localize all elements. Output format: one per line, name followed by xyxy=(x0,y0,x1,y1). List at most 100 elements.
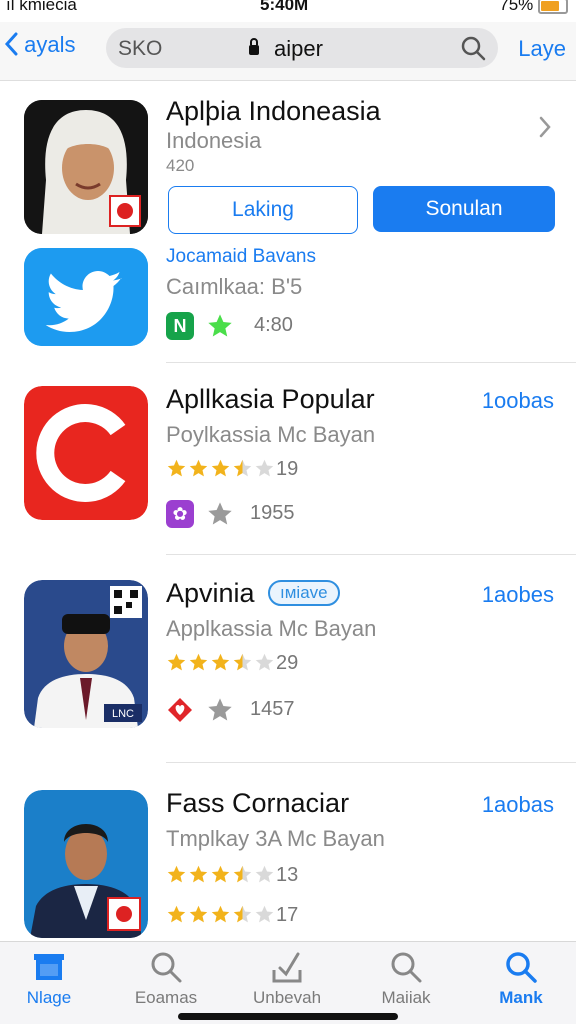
chevron-left-icon xyxy=(4,32,18,56)
star-icon xyxy=(208,502,232,525)
search-icon[interactable] xyxy=(460,35,486,61)
star-icon xyxy=(189,653,208,671)
secondary-action-button[interactable]: Laking xyxy=(168,186,358,234)
star-icon xyxy=(233,865,252,883)
divider xyxy=(166,362,576,363)
category-icon: N xyxy=(166,312,194,340)
star-icon xyxy=(255,865,274,883)
tab-home[interactable]: Nlage xyxy=(0,950,104,1008)
app-subtitle: Applkassia Mc Bayan xyxy=(166,616,377,641)
lock-icon xyxy=(249,38,259,55)
nav-right-button[interactable]: Laye xyxy=(518,36,566,62)
star-icon xyxy=(211,905,230,923)
star-icon xyxy=(167,905,186,923)
carrier-label: ıl kmiecia xyxy=(6,0,77,14)
app-title: Apvinia xyxy=(166,578,255,608)
rating-count: 19 xyxy=(276,458,299,480)
tab-updates[interactable]: Unbevah xyxy=(232,950,342,1008)
star-icon xyxy=(167,865,186,883)
back-button[interactable]: ayals xyxy=(4,32,75,58)
star-icon xyxy=(255,459,274,477)
tab-bar: Nlage Eoamas Unbevah Maiiak Mank xyxy=(0,941,576,1024)
star-rating xyxy=(166,458,276,484)
featured-meta: 420 xyxy=(166,156,195,175)
star-rating xyxy=(166,864,276,890)
category-icon: ✿ xyxy=(166,500,194,528)
star-icon xyxy=(211,865,230,883)
app-subtitle-bird: Caımlkaa: B'5 xyxy=(166,274,303,299)
tab-label: Maiiak xyxy=(381,988,431,1007)
tab-market[interactable]: Maiiak xyxy=(351,950,461,1008)
battery-icon xyxy=(538,0,568,14)
search-icon xyxy=(391,952,422,983)
get-button[interactable]: 1aobes xyxy=(482,582,554,608)
app-icon-man-portrait: LNC xyxy=(24,580,148,728)
star-icon xyxy=(189,865,208,883)
tab-search[interactable]: Mank xyxy=(466,950,576,1008)
star-icon xyxy=(211,653,230,671)
app-icon-bird xyxy=(24,248,148,346)
star-rating xyxy=(166,652,276,678)
tab-label: Unbevah xyxy=(252,988,322,1007)
tab-label: Mank xyxy=(499,988,543,1007)
app-row-popular[interactable]: Apllkasia Popular 1oobas Poylkassia Mc B… xyxy=(0,380,576,550)
primary-action-button[interactable]: Sonulan xyxy=(373,186,555,232)
app-subtitle: Poylkassia Mc Bayan xyxy=(166,422,376,447)
app-subtitle: Tmplkay 3A Mc Bayan xyxy=(166,826,385,851)
svg-text:LNC: LNC xyxy=(112,708,134,720)
star-icon xyxy=(167,459,186,477)
app-row-bird[interactable]: Jocamaid Bavans Caımlkaa: B'5 N 4:80 xyxy=(0,244,576,360)
update-icon xyxy=(272,952,302,983)
app-title-bird: Jocamaid Bavans xyxy=(166,246,316,267)
rating-value: 4:80 xyxy=(254,314,293,336)
tab-label: Eoamas xyxy=(134,988,198,1007)
star-icon xyxy=(255,905,274,923)
divider xyxy=(166,762,576,763)
battery-level: 75% xyxy=(499,0,568,15)
app-icon-man-suit xyxy=(24,790,148,938)
review-count: 1955 xyxy=(250,502,295,524)
app-title: Apllkasia Popular xyxy=(166,384,375,414)
nav-bar: ayals SKO aiper Laye xyxy=(0,22,576,81)
app-title: Fass Cornaciar xyxy=(166,788,350,818)
star-icon xyxy=(233,905,252,923)
star-icon xyxy=(211,459,230,477)
review-count: 1457 xyxy=(250,698,295,720)
star-icon xyxy=(208,698,232,721)
star-rating-secondary xyxy=(166,904,276,930)
search-icon xyxy=(506,952,537,983)
home-indicator[interactable] xyxy=(178,1013,398,1020)
featured-title: Aplþia Indoneasia xyxy=(166,96,381,126)
divider xyxy=(166,554,576,555)
star-icon xyxy=(189,459,208,477)
app-row-fass[interactable]: Fass Cornaciar 1aobas Tmplkay 3A Mc Baya… xyxy=(0,784,576,944)
rating-count: 13 xyxy=(276,864,299,886)
app-icon-red-c xyxy=(24,386,148,520)
app-icon-hijab-portrait xyxy=(24,100,148,234)
search-field[interactable]: SKO aiper xyxy=(106,28,498,68)
search-query: aiper xyxy=(274,36,323,61)
star-icon xyxy=(189,905,208,923)
status-badge: ıмiave xyxy=(268,580,340,606)
featured-subtitle: Indonesia xyxy=(166,128,262,153)
search-icon xyxy=(151,952,182,983)
status-bar: ıl kmiecia 5:40M 75% xyxy=(0,0,576,18)
get-button[interactable]: 1aobas xyxy=(482,792,554,818)
search-scope-label: SKO xyxy=(118,37,163,60)
tab-explore[interactable]: Eoamas xyxy=(111,950,221,1008)
star-icon xyxy=(255,653,274,671)
battery-percent: 75% xyxy=(499,0,534,14)
star-icon xyxy=(233,459,252,477)
review-count: 17 xyxy=(276,904,299,926)
app-row-apvinia[interactable]: LNC Apvinia ıмiave 1aobes Applkassia Mc … xyxy=(0,574,576,744)
clock: 5:40M xyxy=(260,0,309,14)
get-button[interactable]: 1oobas xyxy=(482,388,554,414)
home-icon xyxy=(34,954,64,980)
star-icon xyxy=(208,314,232,337)
rating-count: 29 xyxy=(276,652,299,674)
heart-icon xyxy=(168,698,192,722)
star-icon xyxy=(233,653,252,671)
star-icon xyxy=(167,653,186,671)
tab-label: Nlage xyxy=(26,988,72,1007)
chevron-right-icon[interactable] xyxy=(538,116,552,138)
